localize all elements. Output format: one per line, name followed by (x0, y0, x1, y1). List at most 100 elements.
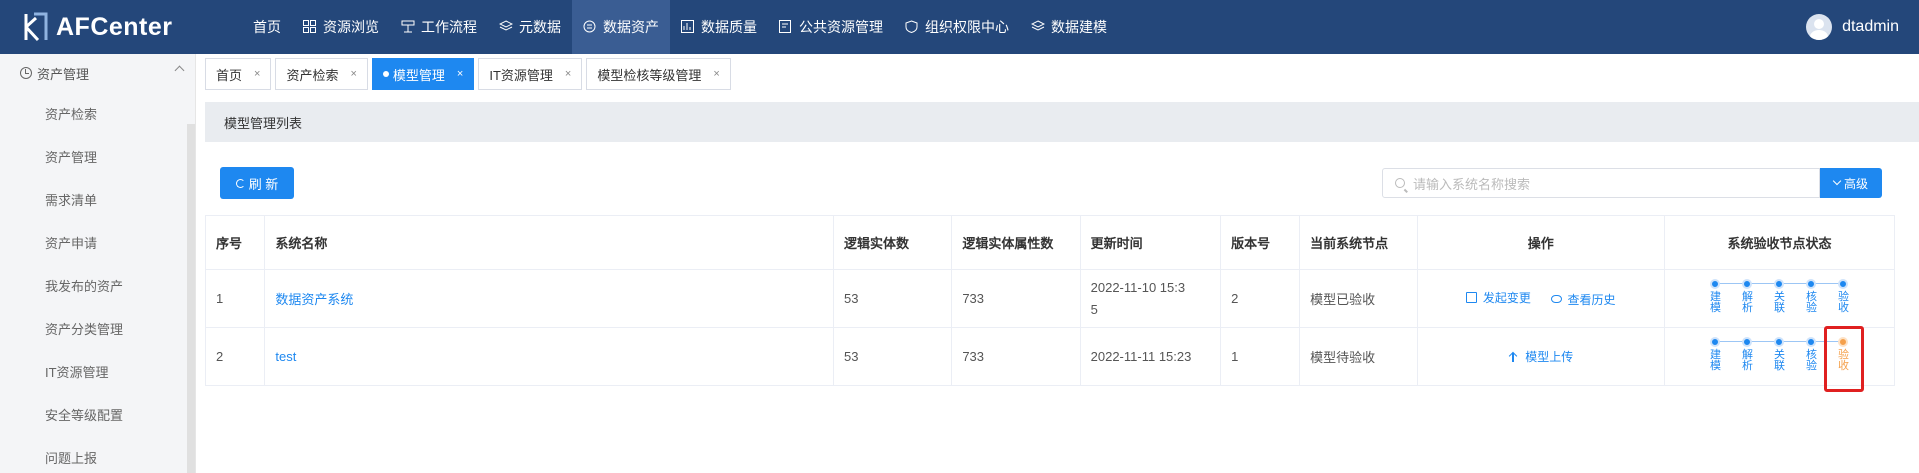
logo-icon (24, 12, 48, 42)
done-step-icon (1838, 278, 1849, 289)
done-step-icon (1774, 336, 1785, 347)
nav-item-label: 数据质量 (701, 19, 757, 35)
edit-icon (1465, 292, 1477, 304)
row-actions: 发起变更 查看历史 (1416, 269, 1665, 328)
close-icon[interactable]: × (254, 68, 260, 80)
sidebar: 资产管理 资产检索 资产管理 需求清单 资产申请 我发布的资产 资产分类管理 IT资源管理安… (0, 54, 196, 473)
tab-label: IT资源管理 (489, 67, 553, 83)
system-name-link[interactable]: test (275, 349, 296, 364)
step-2: 关联 (1763, 333, 1812, 381)
row-attributes: 733 (951, 327, 1081, 386)
tab-1[interactable]: 资产检索 × (275, 58, 368, 90)
sidebar-group-label: 资产管理 (37, 66, 90, 82)
col-node: 当前系统节点 (1299, 215, 1418, 270)
nav-item-2[interactable]: 工作流程 (390, 0, 488, 54)
view-history-button[interactable]: 查看历史 (1550, 291, 1616, 308)
main-nav: 首页 资源浏览 工作流程 元数据 数据资产 数据质量 公共资源管理 组织权限中心 数据建模 (242, 0, 1118, 54)
step-0: 建模 (1699, 275, 1748, 323)
done-step-icon (1774, 278, 1785, 289)
tab-label: 模型管理 (392, 67, 445, 83)
row-version: 2 (1220, 269, 1301, 328)
step-label: 核验 (1805, 348, 1817, 372)
user-menu[interactable]: dtadmin (1806, 0, 1899, 54)
row-entities: 53 (832, 269, 953, 328)
nav-item-1[interactable]: 资源浏览 (292, 0, 390, 54)
nav-item-4[interactable]: 数据资产 (572, 0, 670, 54)
step-1: 解析 (1731, 333, 1780, 381)
model-upload-button[interactable]: 模型上传 (1508, 348, 1573, 365)
acceptance-steps: 建模 解析 关联 核验 验收 (1694, 275, 1864, 323)
highlight-annotation (1824, 326, 1864, 392)
done-step-icon (1742, 336, 1753, 347)
model-upload-label: 模型上传 (1525, 350, 1574, 364)
row-updated-text: 2022-11-10 15:35 (1090, 279, 1186, 317)
step-label: 关联 (1773, 348, 1785, 372)
sidebar-item-2[interactable]: 需求清单 (0, 178, 195, 221)
nav-item-label: 资源浏览 (323, 19, 379, 35)
table-row: 1 数据资产系统 53 733 2022-11-10 15:35 2 模型已验收… (204, 269, 1896, 328)
advanced-search-button[interactable]: 高级 (1820, 168, 1882, 198)
nav-item-3[interactable]: 元数据 (488, 0, 572, 54)
done-step-icon (1710, 336, 1721, 347)
step-4: 验收 (1827, 275, 1859, 323)
nav-item-label: 数据资产 (603, 19, 659, 35)
chevron-up-icon (174, 65, 185, 76)
row-status: 建模 解析 关联 核验 验收 (1663, 269, 1896, 328)
sidebar-group-assets[interactable]: 资产管理 (0, 54, 195, 92)
row-node: 模型已验收 (1299, 269, 1418, 328)
app-logo[interactable]: AFCenter (20, 10, 242, 44)
close-icon[interactable]: × (713, 68, 719, 80)
done-step-icon (1742, 278, 1753, 289)
refresh-button[interactable]: 刷 新 (220, 167, 294, 199)
nav-item-8[interactable]: 数据建模 (1020, 0, 1118, 54)
done-step-icon (1806, 336, 1817, 347)
sidebar-item-5[interactable]: 资产分类管理 (0, 307, 195, 350)
close-icon[interactable]: × (457, 68, 463, 80)
initiate-change-button[interactable]: 发起变更 (1465, 289, 1531, 306)
step-label: 建模 (1709, 348, 1721, 372)
nav-item-6[interactable]: 公共资源管理 (768, 0, 894, 54)
active-dot-icon (382, 71, 389, 77)
folder-icon (779, 20, 793, 34)
username: dtadmin (1842, 18, 1899, 35)
search-placeholder: 请输入系统名称搜索 (1413, 176, 1531, 192)
sidebar-item-3[interactable]: 资产申请 (0, 221, 195, 264)
col-status: 系统验收节点状态 (1663, 215, 1896, 270)
chart-icon (681, 20, 695, 34)
row-index: 2 (204, 327, 266, 386)
sidebar-item-0[interactable]: 资产检索 (0, 92, 195, 135)
grid-icon (303, 20, 317, 34)
step-label: 关联 (1773, 290, 1785, 314)
tab-0[interactable]: 首页 × (205, 58, 272, 90)
step-1: 解析 (1731, 275, 1780, 323)
sidebar-scrollbar[interactable] (187, 124, 195, 473)
tab-2[interactable]: 模型管理 × (371, 58, 475, 90)
row-index: 1 (204, 269, 266, 328)
tab-3[interactable]: IT资源管理 × (478, 58, 583, 90)
row-actions: 模型上传 (1416, 327, 1665, 386)
col-entities: 逻辑实体数 (832, 215, 953, 270)
nav-item-7[interactable]: 组织权限中心 (894, 0, 1020, 54)
layers-icon (498, 20, 514, 34)
nav-item-label: 首页 (253, 19, 281, 35)
col-updated: 更新时间 (1079, 215, 1222, 270)
sidebar-item-7[interactable]: 安全等级配置 (0, 393, 195, 436)
sidebar-items: 资产检索 资产管理 需求清单 资产申请 我发布的资产 资产分类管理 IT资源管理 安全等级配置… (0, 92, 195, 473)
col-system-name: 系统名称 (264, 215, 834, 270)
eye-icon (1550, 295, 1562, 304)
col-actions: 操作 (1416, 215, 1665, 270)
nav-item-0[interactable]: 首页 (242, 0, 292, 54)
sidebar-item-4[interactable]: 我发布的资产 (0, 264, 195, 307)
sidebar-item-6[interactable]: IT资源管理 (0, 350, 195, 393)
tab-4[interactable]: 模型检核等级管理 × (586, 58, 731, 90)
sidebar-item-8[interactable]: 问题上报 (0, 436, 195, 473)
close-icon[interactable]: × (350, 68, 356, 80)
nav-item-5[interactable]: 数据质量 (670, 0, 768, 54)
row-updated: 2022-11-10 15:35 (1079, 269, 1222, 328)
shield-icon (905, 20, 919, 34)
sidebar-item-1[interactable]: 资产管理 (0, 135, 195, 178)
system-name-link[interactable]: 数据资产系统 (275, 292, 353, 307)
upload-icon (1508, 351, 1519, 362)
search-input[interactable]: 请输入系统名称搜索 (1382, 168, 1820, 198)
close-icon[interactable]: × (565, 68, 571, 80)
